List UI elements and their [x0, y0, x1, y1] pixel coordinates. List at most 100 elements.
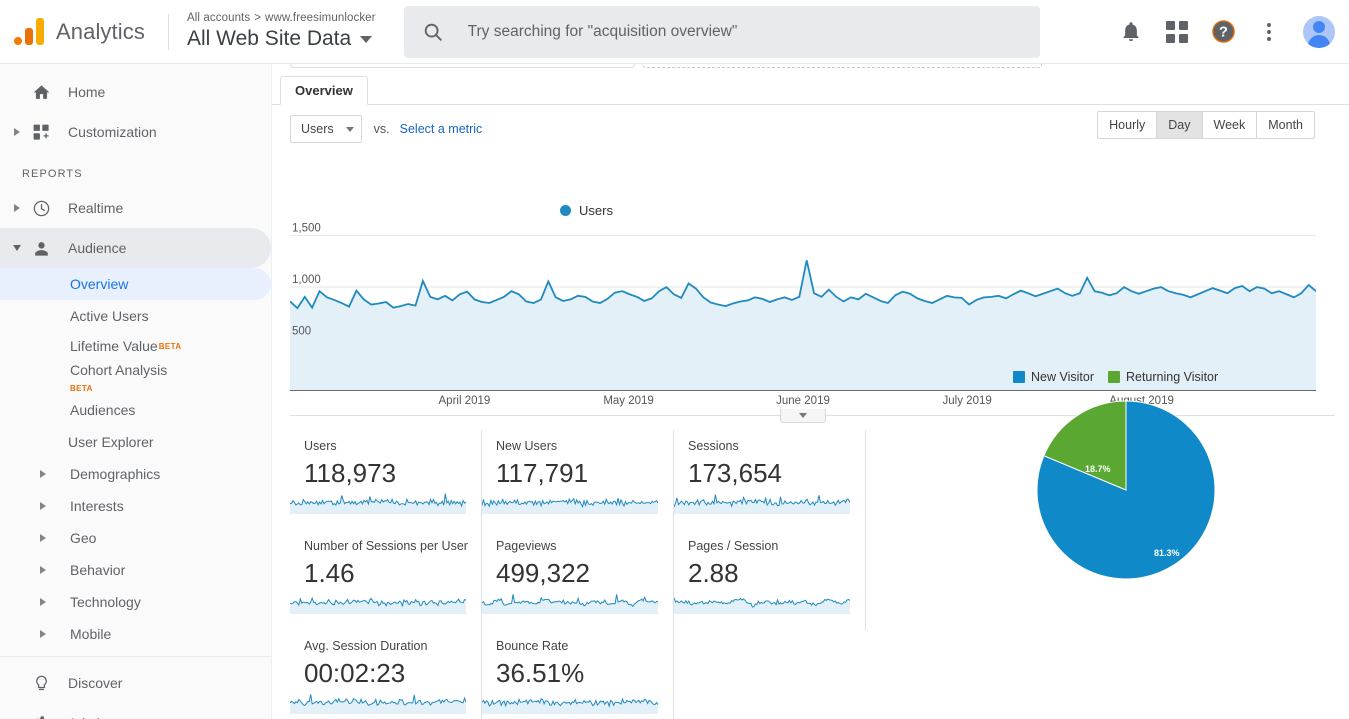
expand-arrow-icon[interactable]	[40, 598, 62, 606]
chevron-down-icon	[345, 126, 354, 132]
expand-arrow-icon[interactable]	[6, 128, 28, 136]
metric-select[interactable]: Users	[290, 115, 362, 143]
metric-card-pages-per-session[interactable]: Pages / Session 2.88	[674, 530, 866, 630]
sidebar-item-label: Technology	[70, 594, 141, 610]
tab-overview[interactable]: Overview	[280, 76, 368, 105]
chevron-down-icon	[360, 35, 373, 43]
sidebar-item-active-users[interactable]: Active Users	[0, 300, 271, 332]
help-icon[interactable]: ?	[1201, 10, 1245, 54]
more-options-icon[interactable]	[1247, 10, 1291, 54]
sidebar-item-geo[interactable]: Geo	[0, 522, 271, 554]
sparkline	[674, 486, 850, 514]
sidebar-item-realtime[interactable]: Realtime	[0, 188, 271, 228]
metric-card-bounce-rate[interactable]: Bounce Rate 36.51%	[482, 630, 674, 719]
legend-item-new-visitor[interactable]: New Visitor	[1013, 370, 1094, 384]
metric-card-avg-session-duration[interactable]: Avg. Session Duration 00:02:23	[290, 630, 482, 719]
sidebar-item-label: Audiences	[70, 402, 136, 418]
sidebar-item-interests[interactable]: Interests	[0, 490, 271, 522]
breadcrumb-separator: >	[254, 12, 262, 24]
metric-card-pageviews[interactable]: Pageviews 499,322	[482, 530, 674, 630]
metric-card-new-users[interactable]: New Users 117,791	[482, 430, 674, 530]
collapse-arrow-icon[interactable]	[6, 245, 28, 251]
sidebar-item-audiences[interactable]: Audiences	[0, 394, 271, 426]
select-a-metric-link[interactable]: Select a metric	[400, 122, 483, 136]
sparkline	[482, 686, 658, 714]
svg-text:?: ?	[1219, 25, 1228, 41]
view-name[interactable]: All Web Site Data	[187, 26, 376, 52]
home-icon	[28, 83, 54, 102]
sparkline	[674, 586, 850, 614]
breadcrumb-account[interactable]: All accounts	[187, 12, 250, 24]
x-tick-label: July 2019	[942, 395, 992, 407]
breadcrumb-property[interactable]: www.freesimunlocker	[265, 12, 376, 24]
sidebar-item-discover[interactable]: Discover	[0, 663, 271, 703]
sidebar-item-home[interactable]: Home	[0, 72, 271, 112]
metric-card-title: Number of Sessions per User	[304, 539, 468, 553]
metric-card-title: Users	[304, 439, 337, 453]
granularity-day[interactable]: Day	[1157, 112, 1203, 138]
metric-card-sessions[interactable]: Sessions 173,654	[674, 430, 866, 530]
search-box[interactable]	[403, 5, 1040, 58]
granularity-week[interactable]: Week	[1203, 112, 1258, 138]
notifications-icon[interactable]	[1109, 10, 1153, 54]
sidebar-item-mobile[interactable]: Mobile	[0, 618, 271, 650]
expand-arrow-icon[interactable]	[40, 630, 62, 638]
sidebar-item-label: Active Users	[70, 308, 149, 324]
sidebar-item-user-explorer[interactable]: User Explorer	[0, 426, 271, 458]
metric-select-value: Users	[301, 122, 334, 136]
expand-arrow-icon[interactable]	[40, 566, 62, 574]
visitor-type-legend: New Visitor Returning Visitor	[1013, 370, 1218, 384]
x-tick-label: June 2019	[776, 395, 830, 407]
segment-bar-remnant	[290, 64, 635, 68]
metric-card-row: Avg. Session Duration 00:02:23 Bounce Ra…	[290, 630, 890, 719]
legend-label-returning-visitor: Returning Visitor	[1125, 370, 1219, 384]
expand-arrow-icon[interactable]	[40, 534, 62, 542]
sidebar-item-technology[interactable]: Technology	[0, 586, 271, 618]
expand-arrow-icon[interactable]	[40, 470, 62, 478]
x-tick-label: May 2019	[603, 395, 654, 407]
add-segment-remnant	[642, 64, 1042, 68]
account-selector[interactable]: All accounts > www.freesimunlocker All Web…	[185, 11, 376, 52]
brand-area[interactable]: Analytics	[0, 17, 168, 47]
account-avatar[interactable]	[1303, 15, 1335, 48]
search-area	[403, 5, 1040, 58]
metric-card-row: Users 118,973 New Users 117,791 Sessions…	[290, 430, 890, 530]
legend-item-returning-visitor[interactable]: Returning Visitor	[1107, 370, 1219, 384]
sparkline	[482, 486, 658, 514]
sidebar-item-admin[interactable]: Admin	[0, 703, 271, 719]
sidebar-item-lifetime-value[interactable]: Lifetime Value BETA	[0, 332, 271, 360]
expand-arrow-icon[interactable]	[6, 204, 28, 212]
metric-card-sessions-per-user[interactable]: Number of Sessions per User 1.46	[290, 530, 482, 630]
sidebar-item-customization[interactable]: Customization	[0, 112, 271, 152]
tab-strip: Overview	[272, 76, 1349, 105]
top-app-bar: Analytics All accounts > www.freesimunlock…	[0, 0, 1349, 64]
sidebar-item-label: Interests	[70, 498, 124, 514]
visitor-type-pie-chart[interactable]: 18.7% 81.3%	[1036, 400, 1216, 580]
sidebar-item-cohort-analysis[interactable]: Cohort Analysis BETA	[0, 360, 271, 394]
metric-controls: Users vs. Select a metric	[290, 115, 482, 143]
sidebar-item-audience[interactable]: Audience	[0, 228, 271, 268]
granularity-hourly[interactable]: Hourly	[1098, 112, 1158, 138]
realtime-clock-icon	[28, 199, 54, 218]
chart-collapse-handle[interactable]	[780, 409, 826, 423]
discover-bulb-icon	[28, 674, 54, 693]
metric-card-users[interactable]: Users 118,973	[290, 430, 482, 530]
granularity-month[interactable]: Month	[1257, 112, 1314, 138]
sidebar-divider	[0, 656, 271, 657]
metric-card-value: 36.51%	[496, 658, 585, 688]
sidebar-item-behavior[interactable]: Behavior	[0, 554, 271, 586]
sidebar-item-demographics[interactable]: Demographics	[0, 458, 271, 490]
search-input[interactable]	[465, 21, 1040, 42]
metric-card-title: Pages / Session	[688, 539, 779, 553]
sidebar-item-overview[interactable]: Overview	[0, 268, 271, 300]
metric-card-value: 117,791	[496, 458, 589, 488]
metric-card-title: Sessions	[688, 439, 739, 453]
metric-card-title: Bounce Rate	[496, 639, 569, 653]
audience-person-icon	[28, 239, 54, 258]
users-timeseries-chart[interactable]	[290, 215, 1316, 390]
metric-card-value: 2.88	[688, 558, 739, 588]
expand-arrow-icon[interactable]	[40, 502, 62, 510]
google-analytics-logo-icon	[14, 17, 44, 47]
apps-grid-icon[interactable]	[1155, 10, 1199, 54]
sparkline	[290, 586, 466, 614]
